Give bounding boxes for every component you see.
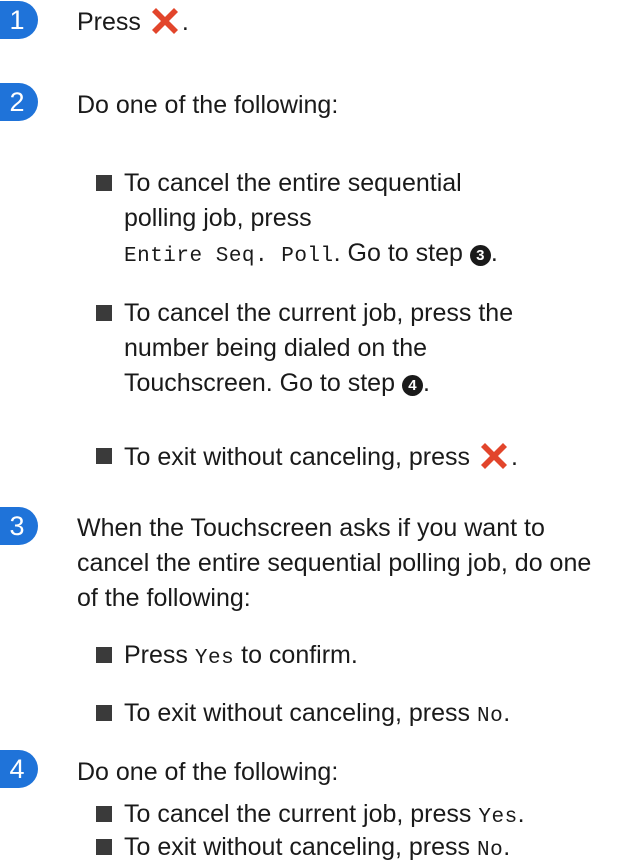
bullet-square <box>96 647 112 663</box>
step-number-badge: 4 <box>0 750 38 788</box>
step-number-badge: 3 <box>0 507 38 545</box>
bullet-text: To exit without canceling, press <box>124 443 471 471</box>
step-reference-badge: 3 <box>469 245 491 266</box>
code-text: Entire Seq. Poll <box>124 245 334 268</box>
bullet-square <box>96 806 112 822</box>
step-text: When the Touchscreen asks if you want to… <box>77 514 592 612</box>
bullet-square <box>96 305 112 321</box>
bullet-text: Touchscreen. Go to step <box>124 369 395 397</box>
bullet-text: . Go to step <box>333 239 463 267</box>
bullet-square <box>96 839 112 855</box>
bullet-square <box>96 175 112 191</box>
code-text: Yes <box>478 806 518 829</box>
bullet-square <box>96 705 112 721</box>
bullet-line: To cancel the current job, press the <box>124 299 514 327</box>
bullet-square <box>96 448 112 464</box>
code-text: No <box>476 839 504 862</box>
cancel-x-icon <box>147 4 182 38</box>
step-reference-badge: 4 <box>401 375 423 396</box>
bullet-line: polling job, press <box>124 204 312 232</box>
cancel-x-icon <box>476 439 511 473</box>
step-number-badge: 1 <box>0 1 38 39</box>
step-text: Do one of the following: <box>77 91 339 119</box>
code-text: No <box>476 705 504 728</box>
bullet-line: number being dialed on the <box>124 334 428 362</box>
step-text: Do one of the following: <box>77 758 339 786</box>
step-number-badge: 2 <box>0 83 38 121</box>
bullet-line: To cancel the entire sequential <box>124 169 462 197</box>
code-text: Yes <box>194 647 235 670</box>
step-text-end: . <box>181 8 189 36</box>
step-text: Press <box>77 8 141 36</box>
